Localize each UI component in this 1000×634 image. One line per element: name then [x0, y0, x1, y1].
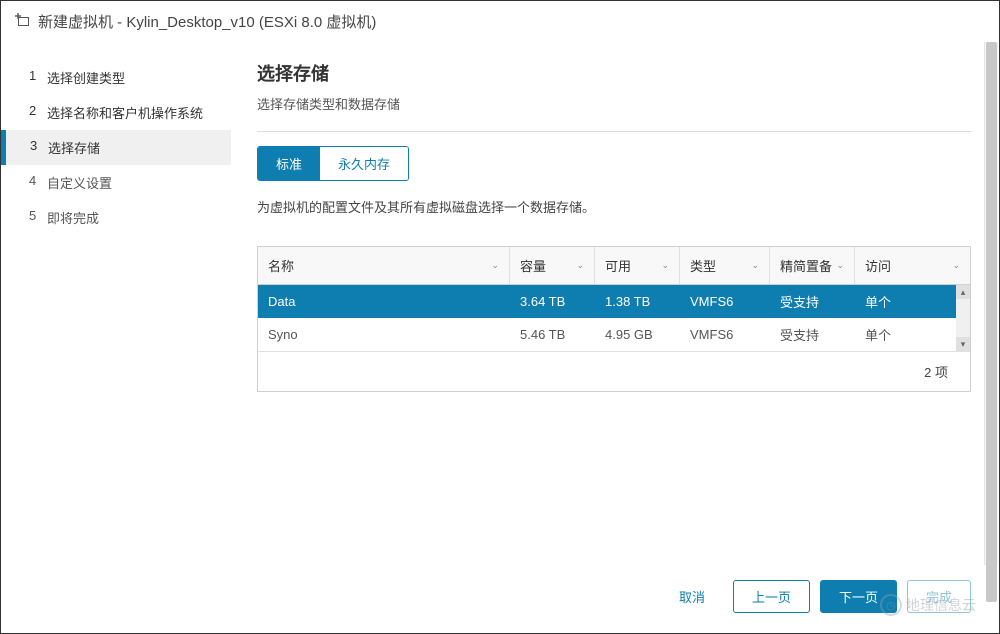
cell-available: 1.38 TB — [595, 287, 680, 316]
new-vm-icon — [15, 13, 30, 30]
step-number: 3 — [30, 138, 48, 157]
sort-icon: ⌄ — [751, 260, 759, 271]
column-name[interactable]: 名称⌄ — [258, 247, 510, 284]
cancel-button[interactable]: 取消 — [661, 581, 723, 612]
sort-icon: ⌄ — [661, 260, 669, 271]
table-row[interactable]: Syno 5.46 TB 4.95 GB VMFS6 受支持 单个 — [258, 318, 956, 351]
wizard-steps: 1 选择创建类型 2 选择名称和客户机操作系统 3 选择存储 4 自定义设置 5… — [1, 42, 231, 565]
storage-hint: 为虚拟机的配置文件及其所有虚拟磁盘选择一个数据存储。 — [257, 197, 971, 216]
step-number: 1 — [29, 68, 47, 87]
table-scrollbar[interactable]: ▴ ▾ — [956, 285, 970, 351]
wizard-step-4: 4 自定义设置 — [1, 165, 231, 200]
back-button[interactable]: 上一页 — [733, 580, 810, 613]
dialog-footer: 取消 上一页 下一页 完成 — [1, 565, 999, 633]
main-content: 选择存储 选择存储类型和数据存储 标准 永久内存 为虚拟机的配置文件及其所有虚拟… — [231, 42, 999, 565]
step-label: 选择创建类型 — [47, 68, 125, 87]
cell-access: 单个 — [855, 285, 956, 318]
tab-pmem[interactable]: 永久内存 — [320, 147, 408, 180]
column-available[interactable]: 可用⌄ — [595, 247, 680, 284]
cell-thin: 受支持 — [770, 318, 855, 351]
table-body: Data 3.64 TB 1.38 TB VMFS6 受支持 单个 Syno 5… — [258, 285, 970, 351]
column-access[interactable]: 访问⌄ — [855, 247, 970, 284]
cell-name: Syno — [258, 320, 510, 349]
scroll-down-icon[interactable]: ▾ — [956, 337, 970, 351]
dialog-body: 1 选择创建类型 2 选择名称和客户机操作系统 3 选择存储 4 自定义设置 5… — [1, 42, 999, 565]
sort-icon: ⌄ — [576, 260, 584, 271]
column-capacity[interactable]: 容量⌄ — [510, 247, 595, 284]
row-count: 2 项 — [924, 362, 948, 381]
step-number: 4 — [29, 173, 47, 192]
wizard-step-3[interactable]: 3 选择存储 — [1, 130, 231, 165]
column-type[interactable]: 类型⌄ — [680, 247, 770, 284]
dialog-window: 新建虚拟机 - Kylin_Desktop_v10 (ESXi 8.0 虚拟机)… — [0, 0, 1000, 634]
page-subtitle: 选择存储类型和数据存储 — [257, 94, 971, 113]
datastore-table: 名称⌄ 容量⌄ 可用⌄ 类型⌄ 精简置备⌄ 访问⌄ Data 3.64 TB 1… — [257, 246, 971, 392]
table-footer: 2 项 — [258, 351, 970, 391]
cell-name: Data — [258, 287, 510, 316]
step-number: 5 — [29, 208, 47, 227]
cell-thin: 受支持 — [770, 285, 855, 318]
page-title: 选择存储 — [257, 60, 971, 86]
wizard-step-5: 5 即将完成 — [1, 200, 231, 235]
cell-type: VMFS6 — [680, 287, 770, 316]
table-row[interactable]: Data 3.64 TB 1.38 TB VMFS6 受支持 单个 — [258, 285, 956, 318]
dialog-scrollbar[interactable] — [984, 42, 998, 565]
dialog-header: 新建虚拟机 - Kylin_Desktop_v10 (ESXi 8.0 虚拟机) — [1, 1, 999, 42]
table-header: 名称⌄ 容量⌄ 可用⌄ 类型⌄ 精简置备⌄ 访问⌄ — [258, 247, 970, 285]
sort-icon: ⌄ — [952, 260, 960, 271]
step-label: 即将完成 — [47, 208, 99, 227]
cell-capacity: 5.46 TB — [510, 320, 595, 349]
scroll-up-icon[interactable]: ▴ — [956, 285, 970, 299]
column-thin[interactable]: 精简置备⌄ — [770, 247, 855, 284]
scrollbar-thumb[interactable] — [986, 42, 997, 602]
step-number: 2 — [29, 103, 47, 122]
sort-icon: ⌄ — [491, 260, 499, 271]
divider — [257, 131, 971, 132]
sort-icon: ⌄ — [836, 260, 844, 271]
tab-standard[interactable]: 标准 — [258, 147, 320, 180]
step-label: 选择存储 — [48, 138, 100, 157]
cell-capacity: 3.64 TB — [510, 287, 595, 316]
wizard-step-2[interactable]: 2 选择名称和客户机操作系统 — [1, 95, 231, 130]
wizard-step-1[interactable]: 1 选择创建类型 — [1, 60, 231, 95]
storage-type-tabs: 标准 永久内存 — [257, 146, 409, 181]
step-label: 选择名称和客户机操作系统 — [47, 103, 203, 122]
cell-available: 4.95 GB — [595, 320, 680, 349]
cell-type: VMFS6 — [680, 320, 770, 349]
dialog-title: 新建虚拟机 - Kylin_Desktop_v10 (ESXi 8.0 虚拟机) — [38, 11, 376, 32]
next-button[interactable]: 下一页 — [820, 580, 897, 613]
cell-access: 单个 — [855, 318, 956, 351]
finish-button: 完成 — [907, 580, 971, 613]
step-label: 自定义设置 — [47, 173, 112, 192]
